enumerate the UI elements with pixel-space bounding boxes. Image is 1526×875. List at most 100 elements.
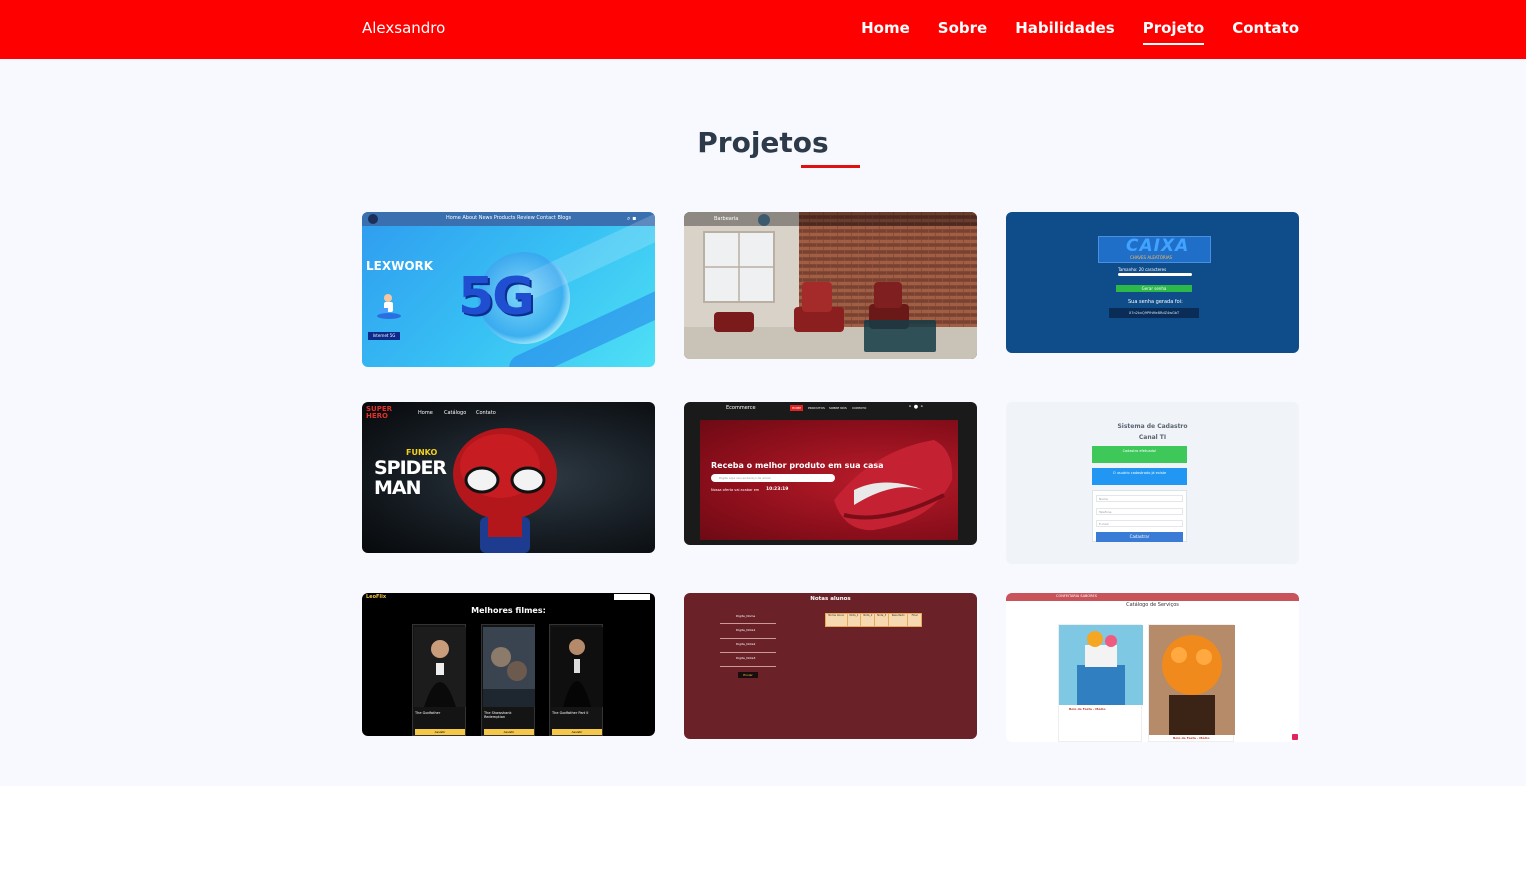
length-slider (1118, 273, 1192, 276)
movie-title: The Godfather Part II (552, 711, 589, 715)
phone-field: Telefone (1096, 508, 1183, 515)
caixa-logo: CAIXA (1126, 236, 1190, 256)
grades-table: Nome Aluno Nota_1 Nota_2 Nota_3 Resultad… (825, 613, 922, 627)
table-header: Nota_2 (860, 614, 875, 626)
cart-icon: ⚬ ● ⚬ (908, 404, 924, 410)
watch-button: Assistir (415, 729, 465, 735)
catalog-title: Catálogo de Serviços (1126, 602, 1179, 608)
generate-button: Gerar senha (1116, 285, 1192, 292)
shawshank-poster (483, 627, 535, 707)
ecommerce-nav-produtos: PRODUTOS (808, 406, 825, 410)
table-header: Nome Aluno (826, 614, 847, 626)
sneaker-image (834, 440, 953, 531)
leoflix-brand: LeoFlix (366, 594, 387, 600)
label-nome: Digite_Nome (736, 614, 756, 618)
table-header: Resultado (888, 614, 908, 626)
main-nav: Home Sobre Habilidades Projeto Contato (861, 19, 1299, 45)
project-card-caixa[interactable]: CAIXA CHAVES ALEATÓRIAS Tamanho: 20 cara… (1006, 212, 1299, 353)
ecommerce-nav-home: HOME (792, 406, 802, 410)
project-card-barbearia[interactable]: Barbearia (684, 212, 977, 359)
hero-5g-text: 5G (458, 267, 535, 327)
person-illustration (374, 290, 404, 320)
ecommerce-brand: Ecommerce (726, 405, 756, 411)
nav-habilidades[interactable]: Habilidades (1015, 19, 1115, 45)
input-line (720, 652, 776, 653)
result-box: X7n2kxQ9PfhMe8RdZ4wGbT (1109, 308, 1199, 318)
godfather-poster (414, 627, 466, 707)
nav-contato[interactable]: Contato (1232, 19, 1299, 45)
project-card-funko[interactable]: SUPER HERO Home Catálogo Contato FUNKO S… (362, 402, 655, 553)
ecommerce-headline: Receba o melhor produto em sua casa (711, 461, 884, 470)
movie-card: The Shawshank Redemption Assistir (481, 624, 535, 736)
godfather2-poster (551, 627, 603, 707)
watch-button: Assistir (552, 729, 602, 735)
project-card-leoflix[interactable]: LeoFlix Melhores filmes: The Godfather A… (362, 593, 655, 736)
confeitaria-brand: CONFEITARIA SABORES (1056, 594, 1097, 598)
project-card-lexwork[interactable]: Home About News Products Review Contact … (362, 212, 655, 367)
funko-nav-home: Home (418, 410, 433, 416)
nav-projeto[interactable]: Projeto (1142, 19, 1204, 45)
movie-card: The Godfather Part II Assistir (549, 624, 603, 736)
info-alert: O usuário cadastrado já existe (1092, 468, 1187, 485)
table-header: Nota_3 (874, 614, 889, 626)
input-line (720, 623, 776, 624)
table-header: Final (907, 614, 922, 626)
ecommerce-nav-contato: CONTATO (852, 406, 867, 410)
product-card: Bolo de Festa - Médio (1058, 624, 1143, 742)
label-nota3: Digite_Nota3 (736, 656, 756, 660)
cadastro-subtitle: Canal TI (1138, 434, 1167, 441)
movie-title: The Godfather (415, 711, 441, 715)
leoflix-search (614, 594, 650, 600)
notas-title: Notas alunos (810, 596, 851, 602)
label-nota2: Digite_Nota2 (736, 642, 756, 646)
cadastrar-button: Cadastrar (1096, 532, 1183, 542)
movie-card: The Godfather Assistir (412, 624, 466, 736)
title-underline (801, 165, 860, 168)
funko-nav-contato: Contato (476, 410, 496, 416)
product-title: Bolo de Festa - Médio (1069, 707, 1106, 711)
product-title: Bolo de Festa - Médio (1173, 736, 1210, 740)
project-card-notas[interactable]: Notas alunos Digite_Nome Digite_Nota1 Di… (684, 593, 977, 739)
chat-icon (1292, 734, 1298, 740)
watch-button: Assistir (484, 729, 534, 735)
email-input: Digite aqui seu endereço de email (711, 474, 835, 482)
cta-button: Internet 5G (368, 332, 400, 340)
success-alert: Cadastro efetuado! (1092, 446, 1187, 463)
mini-nav-links: Home About News Products Review Contact … (446, 215, 572, 221)
lexwork-brand: LEXWORK (366, 259, 434, 273)
cake-image-ocean (1059, 625, 1143, 705)
label-nota1: Digite_Nota1 (736, 628, 756, 632)
caixa-subtitle: CHAVES ALEATÓRIAS (1130, 255, 1173, 260)
name-field: Nome (1096, 495, 1183, 502)
brand-link[interactable]: Alexsandro (362, 19, 445, 37)
table-header: Nota_1 (846, 614, 861, 626)
ecommerce-nav-sobre: SOBRE NÓS (829, 406, 847, 410)
movie-title: The Shawshank Redemption (484, 711, 512, 719)
barbearia-brand: Barbearia (714, 216, 739, 222)
barbershop-photo (684, 212, 977, 359)
offer-timer: 10:23:19 (766, 487, 789, 492)
email-field: E-mail (1096, 520, 1183, 527)
project-card-cadastro[interactable]: Sistema de Cadastro Canal TI Cadastro ef… (1006, 402, 1299, 564)
nav-home[interactable]: Home (861, 19, 910, 45)
nav-sobre[interactable]: Sobre (938, 19, 987, 45)
spiderman-title: SPIDER MAN (374, 457, 447, 499)
spiderman-funko-figure (453, 428, 557, 553)
result-label: Sua senha gerada foi: (1128, 299, 1183, 305)
input-line (720, 638, 776, 639)
logo-icon (368, 214, 378, 224)
section-title: Projetos (697, 126, 829, 159)
project-card-ecommerce[interactable]: Ecommerce HOME PRODUTOS SOBRE NÓS CONTAT… (684, 402, 977, 545)
funko-label: FUNKO (406, 448, 438, 457)
superhero-logo: SUPER HERO (366, 405, 393, 420)
cadastro-title: Sistema de Cadastro (1117, 423, 1188, 430)
offer-text: Nossa oferta vai acabar em (711, 488, 760, 492)
input-line (720, 666, 776, 667)
top-navbar: Alexsandro Home Sobre Habilidades Projet… (0, 0, 1526, 59)
cake-image-cupcake (1149, 625, 1235, 735)
leoflix-heading: Melhores filmes: (471, 606, 546, 615)
enviar-button: Enviar (738, 672, 758, 678)
project-card-confeitaria[interactable]: CONFEITARIA SABORES Catálogo de Serviços… (1006, 593, 1299, 742)
funko-nav-catalogo: Catálogo (444, 410, 467, 416)
confeitaria-navbar (1006, 593, 1299, 601)
